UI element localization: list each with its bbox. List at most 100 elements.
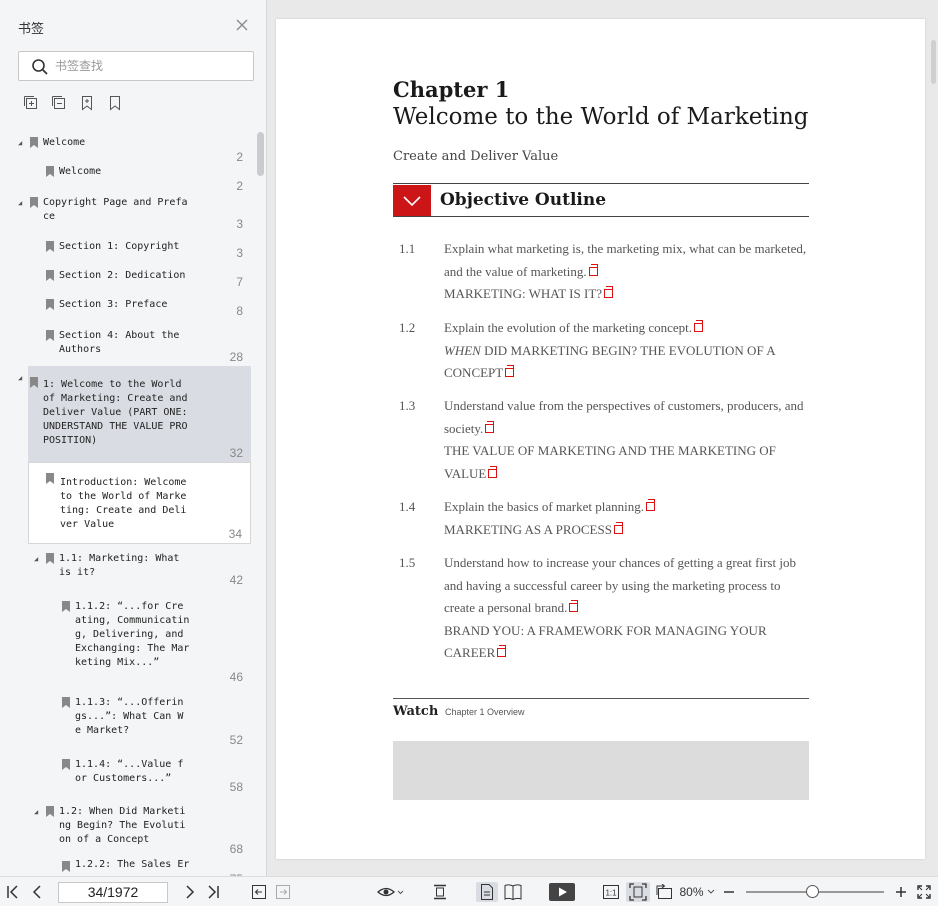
page-number-input[interactable]: 34/1972 xyxy=(58,882,168,903)
play-slideshow-icon[interactable] xyxy=(548,882,576,902)
external-link-icon[interactable] xyxy=(613,521,623,534)
external-link-icon[interactable] xyxy=(694,320,704,332)
single-page-icon[interactable] xyxy=(476,882,498,902)
bookmark-item[interactable]: 1.1.4: “...Value f or Customers...” 58 xyxy=(18,758,254,794)
bookmark-item[interactable]: Section 3: Preface 8 xyxy=(18,298,254,324)
collapse-arrow-icon[interactable]: ◢ xyxy=(18,374,26,382)
first-page-icon[interactable] xyxy=(4,882,22,902)
bookmark-icon xyxy=(46,473,54,484)
bookmark-page: 3 xyxy=(236,246,243,260)
objective-item: 1.5 Understand how to increase your chan… xyxy=(393,552,813,664)
collapse-arrow-icon[interactable]: ◢ xyxy=(18,139,26,147)
objective-link[interactable]: WHEN DID MARKETING BEGIN? THE EVOLUTION … xyxy=(444,343,775,381)
bookmark-item[interactable]: 1.2.2: The Sales Er 75 xyxy=(18,858,254,876)
bookmark-item[interactable]: Section 2: Dedication 7 xyxy=(18,269,254,295)
fullscreen-icon[interactable] xyxy=(914,882,934,902)
document-page: Chapter 1 Welcome to the World of Market… xyxy=(276,19,925,859)
bookmark-page: 8 xyxy=(236,304,243,318)
bookmark-label: Welcome xyxy=(43,137,86,148)
bookmark-item-selected[interactable]: ◢ 1: Welcome to the World of Marketing: … xyxy=(18,366,251,462)
bookmark-search-input[interactable] xyxy=(55,56,245,76)
chapter-number: Chapter 1 xyxy=(393,77,510,102)
fit-height-icon[interactable] xyxy=(430,882,450,902)
bookmark-item[interactable]: ◢ Welcome 2 xyxy=(18,136,254,164)
objective-text: Explain the basics of market planning. xyxy=(444,499,645,514)
bookmark-icon xyxy=(46,299,54,310)
bookmark-item[interactable]: 1.1.2: “...for Cre ating, Communicatin g… xyxy=(18,600,254,684)
bookmark-icon xyxy=(62,861,70,872)
actual-size-icon[interactable]: 1:1 xyxy=(601,882,621,902)
bookmark-icon xyxy=(46,166,54,177)
objective-link[interactable]: BRAND YOU: A FRAMEWORK FOR MANAGING YOUR… xyxy=(444,623,767,661)
rotate-icon[interactable] xyxy=(653,882,675,902)
last-page-icon[interactable] xyxy=(204,882,222,902)
sidebar-scrollbar[interactable] xyxy=(257,132,264,176)
objective-item: 1.2 Explain the evolution of the marketi… xyxy=(393,317,813,387)
bookmark-icon xyxy=(46,270,54,281)
two-page-icon[interactable] xyxy=(502,882,524,902)
bottom-toolbar: 34/1972 1:1 80% xyxy=(0,876,938,906)
objective-outline-header[interactable]: Objective Outline xyxy=(393,183,809,217)
objective-number: 1.3 xyxy=(399,398,416,413)
external-link-icon[interactable] xyxy=(569,600,579,612)
objective-item: 1.1 Explain what marketing is, the marke… xyxy=(393,238,813,308)
divider xyxy=(393,698,809,699)
external-link-icon[interactable] xyxy=(588,263,598,276)
bookmark-item[interactable]: ◢ Copyright Page and Prefa ce 3 xyxy=(18,196,254,234)
zoom-out-icon[interactable] xyxy=(720,882,738,902)
bookmark-icon xyxy=(62,601,70,612)
bookmark-icon xyxy=(30,197,38,208)
zoom-slider-thumb[interactable] xyxy=(805,885,819,898)
bookmark-icon xyxy=(30,137,38,148)
objective-link[interactable]: MARKETING: WHAT IS IT? xyxy=(444,286,602,301)
collapse-arrow-icon[interactable]: ◢ xyxy=(34,555,42,563)
bookmark-page: 2 xyxy=(236,150,243,164)
previous-page-icon[interactable] xyxy=(28,882,46,902)
bookmark-item[interactable]: Introduction: Welcome to the World of Ma… xyxy=(28,462,251,544)
external-link-icon[interactable] xyxy=(646,499,656,511)
bookmark-search-box[interactable] xyxy=(18,51,254,81)
bookmark-icon[interactable] xyxy=(106,94,124,112)
objective-item: 1.4 Explain the basics of market plannin… xyxy=(393,496,813,542)
expand-all-icon[interactable] xyxy=(22,94,40,112)
bookmark-label: 1.2: When Did Marketi ng Begin? The Evol… xyxy=(59,806,186,845)
collapse-arrow-icon[interactable]: ◢ xyxy=(34,808,42,816)
external-link-icon[interactable] xyxy=(497,645,507,657)
objective-link[interactable]: MARKETING AS A PROCESS xyxy=(444,522,612,537)
close-icon[interactable] xyxy=(234,18,250,34)
bookmark-icon xyxy=(46,806,54,817)
eye-protection-icon[interactable] xyxy=(376,882,406,902)
collapse-all-icon[interactable] xyxy=(50,94,68,112)
objective-number: 1.4 xyxy=(399,499,416,514)
add-bookmark-icon[interactable] xyxy=(78,94,96,112)
bookmark-item[interactable]: Section 1: Copyright 3 xyxy=(18,240,254,266)
bookmark-label: Welcome xyxy=(59,166,102,177)
bookmark-page: 28 xyxy=(229,350,243,364)
collapse-arrow-icon[interactable]: ◢ xyxy=(18,199,26,207)
zoom-in-icon[interactable] xyxy=(892,882,910,902)
next-page-icon[interactable] xyxy=(181,882,199,902)
bookmark-label: 1.1.2: “...for Cre ating, Communicatin g… xyxy=(75,601,190,668)
video-placeholder[interactable] xyxy=(393,741,809,800)
fit-page-icon[interactable] xyxy=(626,882,650,902)
bookmark-page: 42 xyxy=(229,573,243,587)
external-link-icon[interactable] xyxy=(604,286,614,298)
watch-label: Watch xyxy=(393,704,439,719)
external-link-icon[interactable] xyxy=(488,465,498,478)
zoom-value: 80% xyxy=(679,885,704,899)
bookmark-item[interactable]: 1.1.3: “...Offerin gs...”: What Can W e … xyxy=(18,696,254,747)
bookmark-icon xyxy=(30,377,38,388)
bookmark-item[interactable]: ◢ 1.1: Marketing: What is it? 42 xyxy=(18,552,254,588)
external-link-icon[interactable] xyxy=(505,365,515,377)
back-icon[interactable] xyxy=(250,882,268,902)
forward-icon[interactable] xyxy=(274,882,292,902)
bookmark-item[interactable]: Section 4: About the Authors 28 xyxy=(18,329,254,367)
chevron-down-icon[interactable] xyxy=(393,185,431,216)
search-icon xyxy=(31,58,49,76)
external-link-icon[interactable] xyxy=(485,420,495,433)
bookmark-item[interactable]: ◢ 1.2: When Did Marketi ng Begin? The Ev… xyxy=(18,805,254,857)
zoom-level[interactable]: 80% xyxy=(677,882,717,902)
document-scrollbar[interactable] xyxy=(931,40,936,84)
bookmark-item[interactable]: Welcome 2 xyxy=(18,165,254,193)
bookmark-label: 1.1: Marketing: What is it? xyxy=(59,553,180,578)
